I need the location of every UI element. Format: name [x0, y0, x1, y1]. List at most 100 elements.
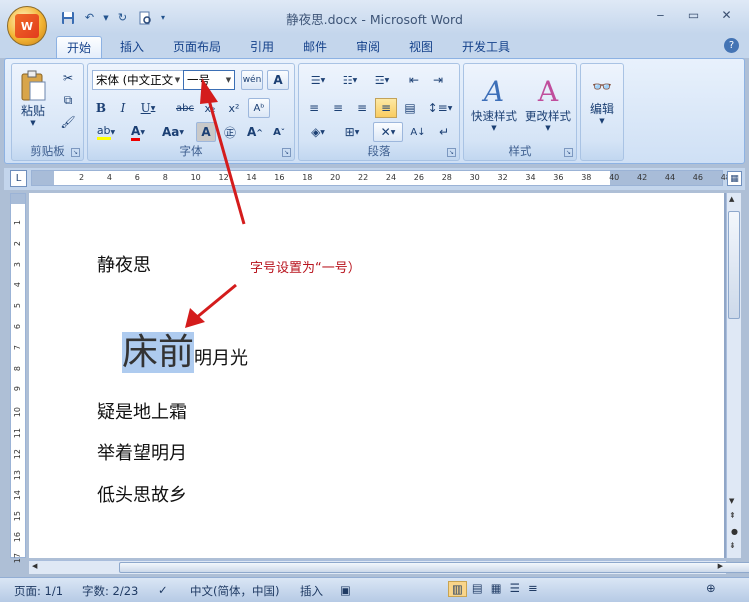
prev-page-icon[interactable]: ⇞ — [729, 511, 736, 520]
font-size-combo[interactable]: 一号 ▼ — [183, 70, 235, 90]
select-browse-object-icon[interactable]: ● — [731, 527, 738, 536]
highlight-color-icon[interactable]: ab ▼ — [92, 122, 120, 142]
bullets-icon[interactable]: ☰ ▼ — [303, 70, 333, 90]
char-shading-icon[interactable]: A — [196, 122, 216, 142]
tab-home[interactable]: 开始 — [56, 36, 103, 58]
borders-icon[interactable]: ⊞ ▼ — [337, 122, 367, 142]
vertical-scrollbar[interactable]: ▲ ▼ ⇞ ● ⇟ — [726, 193, 741, 558]
web-layout-view-icon[interactable]: ▦ — [488, 581, 505, 597]
macro-record-icon[interactable]: ▣ — [340, 583, 351, 597]
styles-launcher-icon[interactable]: ↘ — [564, 148, 573, 157]
align-center-icon[interactable]: ≡ — [327, 98, 349, 118]
align-right-icon[interactable]: ≡ — [351, 98, 373, 118]
next-page-icon[interactable]: ⇟ — [729, 541, 736, 550]
numbering-icon[interactable]: ☷ ▼ — [335, 70, 365, 90]
chinese-layout-icon[interactable]: ✕ ▼ — [373, 122, 403, 142]
italic-icon[interactable]: I — [114, 98, 132, 118]
customize-qat-icon[interactable]: ▾ — [157, 9, 169, 26]
show-marks-icon[interactable]: ↵ — [433, 122, 455, 142]
maximize-icon[interactable]: ▭ — [677, 5, 710, 25]
chevron-down-icon[interactable]: ▼ — [223, 71, 234, 89]
scroll-thumb[interactable] — [728, 211, 740, 319]
copy-icon[interactable]: ⧉ — [58, 90, 78, 110]
word-count[interactable]: 字数: 2/23 — [82, 583, 138, 599]
proofing-icon[interactable]: ✓ — [158, 583, 168, 597]
shrink-font-icon[interactable]: Aˇ — [268, 122, 290, 142]
quick-styles-button[interactable]: A 快速样式 ▼ — [468, 68, 520, 138]
grow-font-icon[interactable]: A ^ — [244, 122, 266, 142]
clear-formatting-icon[interactable]: Aᵇ — [248, 98, 270, 118]
office-logo-icon: W — [15, 14, 39, 38]
font-launcher-icon[interactable]: ↘ — [282, 148, 291, 157]
underline-icon[interactable]: U ▼ — [136, 98, 160, 118]
subscript-icon[interactable]: x₂ — [200, 98, 220, 118]
minimize-icon[interactable]: ‒ — [644, 5, 677, 25]
change-styles-button[interactable]: A 更改样式 ▼ — [522, 68, 574, 138]
zoom-in-icon[interactable]: ⊕ — [706, 581, 716, 595]
clipboard-launcher-icon[interactable]: ↘ — [71, 148, 80, 157]
enclose-char-icon[interactable]: ㊣ — [220, 122, 240, 142]
print-layout-view-icon[interactable]: ▥ — [448, 581, 467, 597]
decrease-indent-icon[interactable]: ⇤ — [403, 70, 425, 90]
scroll-up-icon[interactable]: ▲ — [729, 195, 734, 203]
scroll-left-icon[interactable]: ◀ — [32, 562, 37, 570]
bold-icon[interactable]: B — [92, 98, 110, 118]
tab-mailings[interactable]: 邮件 — [293, 36, 337, 58]
scroll-right-icon[interactable]: ▶ — [718, 562, 723, 570]
editing-button[interactable]: 👓 编辑 ▼ — [583, 68, 621, 134]
help-icon[interactable]: ? — [724, 38, 739, 53]
close-icon[interactable]: ✕ — [710, 5, 743, 25]
change-case-icon[interactable]: Aa ▼ — [158, 122, 188, 142]
insert-mode[interactable]: 插入 — [300, 583, 323, 599]
tab-references[interactable]: 引用 — [240, 36, 284, 58]
undo-dropdown-icon[interactable]: ▼ — [102, 9, 110, 26]
hscroll-thumb[interactable] — [119, 562, 749, 573]
undo-icon[interactable]: ↶ — [80, 9, 99, 26]
tab-page-layout[interactable]: 页面布局 — [163, 36, 231, 58]
line-spacing-icon[interactable]: ↕≡ ▼ — [425, 98, 455, 118]
print-preview-icon[interactable] — [135, 9, 154, 26]
font-color-icon[interactable]: A ▼ — [124, 122, 152, 142]
chevron-down-icon[interactable]: ▼ — [172, 71, 183, 89]
full-screen-view-icon[interactable]: ▤ — [469, 581, 486, 597]
draft-view-icon[interactable]: ≡ — [525, 581, 541, 597]
doc-line-3: 举着望明月 — [97, 443, 187, 464]
document-page[interactable]: 静夜思 床前明月光 疑是地上霜 举着望明月 低头思故乡 — [29, 193, 724, 558]
scroll-down-icon[interactable]: ▼ — [729, 497, 734, 505]
align-left-icon[interactable]: ≡ — [303, 98, 325, 118]
save-icon[interactable] — [58, 9, 77, 26]
multilevel-list-icon[interactable]: ☲ ▼ — [367, 70, 397, 90]
horizontal-scrollbar[interactable]: ◀ ▶ — [29, 560, 749, 574]
vertical-ruler[interactable]: 1 2 3 4 5 6 7 8 9 10 11 12 13 14 15 16 17 — [10, 193, 26, 563]
tab-insert[interactable]: 插入 — [110, 36, 154, 58]
tab-selector-icon[interactable]: L — [10, 170, 27, 187]
tab-review[interactable]: 审阅 — [346, 36, 390, 58]
phonetic-guide-icon[interactable]: wén — [241, 70, 263, 90]
selected-text[interactable]: 床前 — [122, 332, 195, 373]
paste-button[interactable]: 粘贴 ▼ — [16, 68, 50, 128]
font-name-combo[interactable]: 宋体 (中文正文 ▼ — [92, 70, 184, 90]
tab-view[interactable]: 视图 — [399, 36, 443, 58]
outline-view-icon[interactable]: ☰ — [507, 581, 523, 597]
char-border-icon[interactable]: A — [267, 70, 289, 90]
horizontal-ruler[interactable]: 2 4 6 8 10 12 14 16 18 20 22 24 26 28 30 32 34 36 38 40 42 44… — [31, 170, 731, 186]
format-painter-icon[interactable]: 🖌 — [58, 112, 78, 132]
sort-icon[interactable]: A↓ — [407, 122, 429, 142]
cut-icon[interactable]: ✂ — [58, 68, 78, 88]
paragraph-launcher-icon[interactable]: ↘ — [447, 148, 456, 157]
superscript-icon[interactable]: x² — [224, 98, 244, 118]
increase-indent-icon[interactable]: ⇥ — [427, 70, 449, 90]
language-status[interactable]: 中文(简体，中国) — [190, 583, 279, 599]
ribbon-tabs: 开始 插入 页面布局 引用 邮件 审阅 视图 开发工具 — [0, 34, 749, 58]
shading-icon[interactable]: ◈ ▼ — [303, 122, 333, 142]
justify-icon[interactable]: ≡ — [375, 98, 397, 118]
redo-icon[interactable]: ↻ — [113, 9, 132, 26]
view-ruler-icon[interactable]: ▦ — [727, 171, 742, 186]
tab-developer[interactable]: 开发工具 — [452, 36, 520, 58]
paste-label: 粘贴 — [20, 103, 45, 118]
page-count[interactable]: 页面: 1/1 — [14, 583, 63, 599]
vruler-tick: 8 — [13, 365, 22, 371]
distributed-icon[interactable]: ▤ — [399, 98, 421, 118]
office-button[interactable]: W — [7, 6, 47, 46]
strikethrough-icon[interactable]: abc — [174, 98, 196, 118]
